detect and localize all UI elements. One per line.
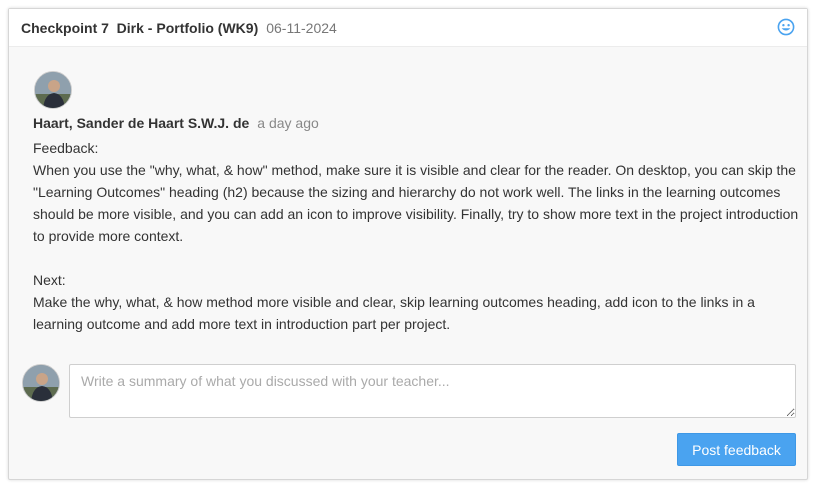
author-avatar — [34, 71, 72, 109]
next-text: Make the why, what, & how method more vi… — [33, 294, 755, 332]
checkpoint-title: Checkpoint 7 Dirk - Portfolio (WK9) — [21, 19, 259, 36]
feedback-summary-input[interactable] — [69, 364, 796, 418]
checkpoint-date: 06-11-2024 — [266, 19, 337, 36]
feedback-label: Feedback: — [33, 140, 99, 156]
post-feedback-button[interactable]: Post feedback — [677, 433, 796, 466]
comment-meta: Haart, Sander de Haart S.W.J. de a day a… — [33, 115, 319, 131]
comment-body: Feedback: When you use the "why, what, &… — [33, 137, 803, 335]
comment-time: a day ago — [257, 115, 319, 131]
current-user-avatar — [22, 364, 60, 402]
next-label: Next: — [33, 272, 66, 288]
card-header: Checkpoint 7 Dirk - Portfolio (WK9) 06-1… — [9, 9, 807, 47]
smiley-icon[interactable] — [777, 18, 795, 36]
feedback-text: When you use the "why, what, & how" meth… — [33, 162, 799, 244]
feedback-card: Checkpoint 7 Dirk - Portfolio (WK9) 06-1… — [8, 8, 808, 480]
comment-author: Haart, Sander de Haart S.W.J. de — [33, 115, 250, 131]
